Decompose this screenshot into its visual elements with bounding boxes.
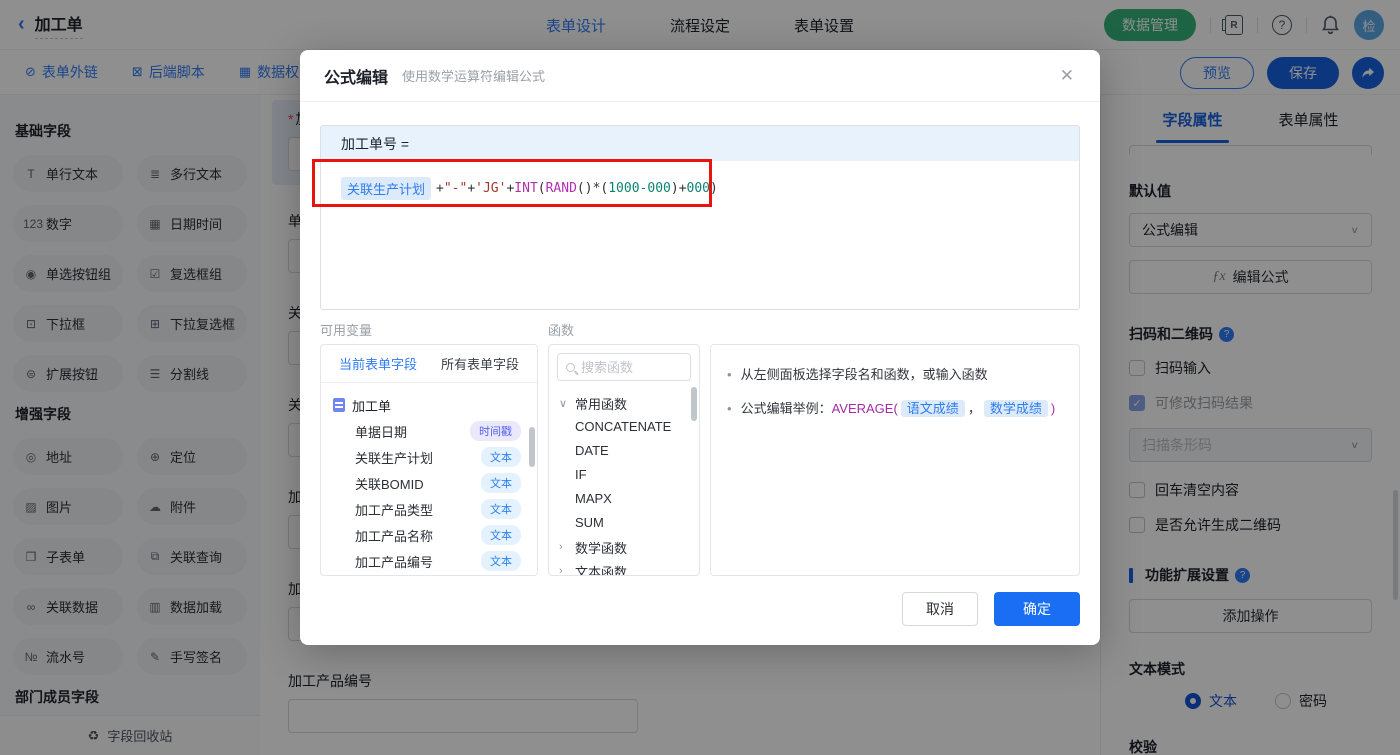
formula-token: (): [576, 181, 593, 196]
variable-name: 关联生产计划: [355, 450, 434, 466]
variable-name: 单据日期: [355, 424, 408, 440]
help-tip: • 公式编辑举例：AVERAGE(语文成绩，数学成绩): [727, 399, 1061, 419]
variable-type-badge: 文本: [481, 525, 521, 545]
close-icon[interactable]: ✕: [1060, 66, 1074, 86]
variable-name: 加工产品编号: [355, 554, 434, 570]
formula-token: ): [710, 181, 718, 196]
variables-tab[interactable]: 当前表单字段: [339, 354, 417, 373]
formula-token: (: [537, 181, 546, 196]
variable-type-badge: 文本: [481, 499, 521, 519]
modal-header: 公式编辑 使用数学运算符编辑公式: [300, 50, 1100, 102]
formula-target: 加工单号 =: [321, 126, 1079, 161]
formula-token: (: [600, 181, 609, 196]
formula-editor-modal: 公式编辑 使用数学运算符编辑公式 ✕ 加工单号 = 关联生产计划 + "-" + 'JG…: [300, 50, 1100, 645]
formula-editor-box: 加工单号 = 关联生产计划 + "-" + 'JG' + INT(RAND() *(1000-…: [320, 125, 1080, 310]
chevron-right-icon: ›: [559, 541, 563, 553]
modal-subtitle: 使用数学运算符编辑公式: [402, 69, 546, 84]
formula-token: -: [639, 181, 648, 196]
variables-list: 加工单 单据日期 时间戳 关联生产计划 文本 关联BOMID 文本 加工产品类型 文本 加工产品…: [321, 383, 537, 574]
variables-tab[interactable]: 所有表单字段: [441, 354, 519, 373]
modal-title: 公式编辑: [324, 69, 389, 87]
variable-row[interactable]: 加工产品编号 文本: [333, 548, 529, 574]
variable-type-badge: 文本: [481, 473, 521, 493]
variables-tabs: 当前表单字段 所有表单字段: [321, 345, 537, 383]
formula-token: ): [670, 181, 679, 196]
help-panel: • 从左侧面板选择字段名和函数，或输入函数 • 公式编辑举例：AVERAGE(语文成绩…: [710, 344, 1080, 576]
modal-footer: 取消 确定: [902, 592, 1080, 626]
formula-token: +: [678, 181, 687, 196]
variable-type-badge: 文本: [481, 551, 521, 571]
formula-token: 000: [686, 181, 710, 196]
formula-input-area[interactable]: 关联生产计划 + "-" + 'JG' + INT(RAND() *(1000-000) +00…: [321, 161, 1079, 216]
example-function: ): [1050, 401, 1056, 416]
formula-token: 'JG': [475, 181, 507, 196]
function-item[interactable]: IF: [559, 463, 695, 487]
functions-panel: ∨ 常用函数 CONCATENATEDATEIFMAPXSUM › 数学函数 › 文本函数: [548, 344, 700, 576]
form-node-label: 加工单: [352, 398, 392, 414]
function-tree: ∨ 常用函数 CONCATENATE DATE IF MAPX SUM › 数学函数 › 文本函数: [549, 389, 699, 576]
functions-scrollbar[interactable]: [691, 387, 697, 421]
variable-row[interactable]: 加工产品类型 文本: [333, 496, 529, 522]
function-group-label: 数学函数: [575, 540, 628, 556]
variables-panel: 当前表单字段 所有表单字段 加工单 单据日期 时间戳 关联生产计划 文本 关联BOMID 文…: [320, 344, 538, 576]
variable-type-badge: 时间戳: [470, 421, 521, 441]
function-group[interactable]: › 文本函数: [559, 559, 695, 576]
variable-row[interactable]: 加工产品名称 文本: [333, 522, 529, 548]
function-item[interactable]: MAPX: [559, 487, 695, 511]
example-function: AVERAGE(: [831, 401, 898, 416]
function-item[interactable]: DATE: [559, 439, 695, 463]
formula-token: +: [436, 181, 444, 196]
formula-token: +: [467, 181, 476, 196]
chevron-down-icon: ∨: [559, 397, 568, 410]
function-group[interactable]: › 数学函数: [559, 535, 695, 559]
cancel-button[interactable]: 取消: [902, 592, 978, 626]
variable-row[interactable]: 关联生产计划 文本: [333, 444, 529, 470]
formula-token: 1000: [608, 181, 640, 196]
variable-type-badge: 文本: [481, 447, 521, 467]
variables-label: 可用变量: [320, 323, 373, 338]
formula-token: 000: [647, 181, 671, 196]
function-group[interactable]: ∨ 常用函数: [559, 391, 695, 415]
help-tip: • 从左侧面板选择字段名和函数，或输入函数: [727, 365, 1061, 385]
function-group-label: 常用函数: [575, 396, 628, 412]
function-group-label: 文本函数: [575, 564, 628, 576]
formula-token: RAND: [545, 181, 577, 196]
bullet-icon: •: [727, 401, 732, 416]
formula-field-tag[interactable]: 关联生产计划: [341, 177, 432, 200]
function-item[interactable]: SUM: [559, 511, 695, 535]
form-file-icon: [333, 398, 345, 412]
function-search-input[interactable]: [581, 359, 682, 375]
search-icon: [566, 362, 575, 372]
variable-row[interactable]: 单据日期 时间戳: [333, 418, 529, 444]
formula-token: "-": [443, 181, 468, 196]
help-tip-text: 从左侧面板选择字段名和函数，或输入函数: [740, 367, 988, 382]
variable-name: 关联BOMID: [355, 476, 424, 492]
bullet-icon: •: [727, 367, 732, 382]
help-tip-text: 公式编辑举例：AVERAGE(语文成绩，数学成绩): [740, 400, 1056, 417]
chevron-right-icon: ›: [559, 565, 563, 576]
variable-name: 加工产品名称: [355, 528, 434, 544]
formula-token: INT: [514, 181, 538, 196]
variable-row[interactable]: 关联BOMID 文本: [333, 470, 529, 496]
confirm-button[interactable]: 确定: [994, 592, 1080, 626]
function-search-box: [557, 353, 691, 381]
form-designer-page: ‹ 加工单 表单设计 流程设定 表单设置 数据管理 R ? 检 ⊘ 表单外链 ⊠ 后端脚本…: [0, 0, 1400, 755]
function-item[interactable]: CONCATENATE: [559, 415, 695, 439]
functions-label: 函数: [548, 323, 575, 338]
formula-expression: 关联生产计划 + "-" + 'JG' + INT(RAND() *(1000-000) +00…: [341, 177, 1059, 200]
variable-name: 加工产品类型: [355, 502, 434, 518]
formula-token: *: [592, 181, 601, 196]
form-node[interactable]: 加工单: [333, 392, 529, 418]
example-field-tag: 数学成绩: [983, 400, 1048, 417]
variables-scrollbar[interactable]: [529, 427, 535, 467]
example-field-tag: 语文成绩: [900, 400, 965, 417]
formula-token: +: [506, 181, 515, 196]
